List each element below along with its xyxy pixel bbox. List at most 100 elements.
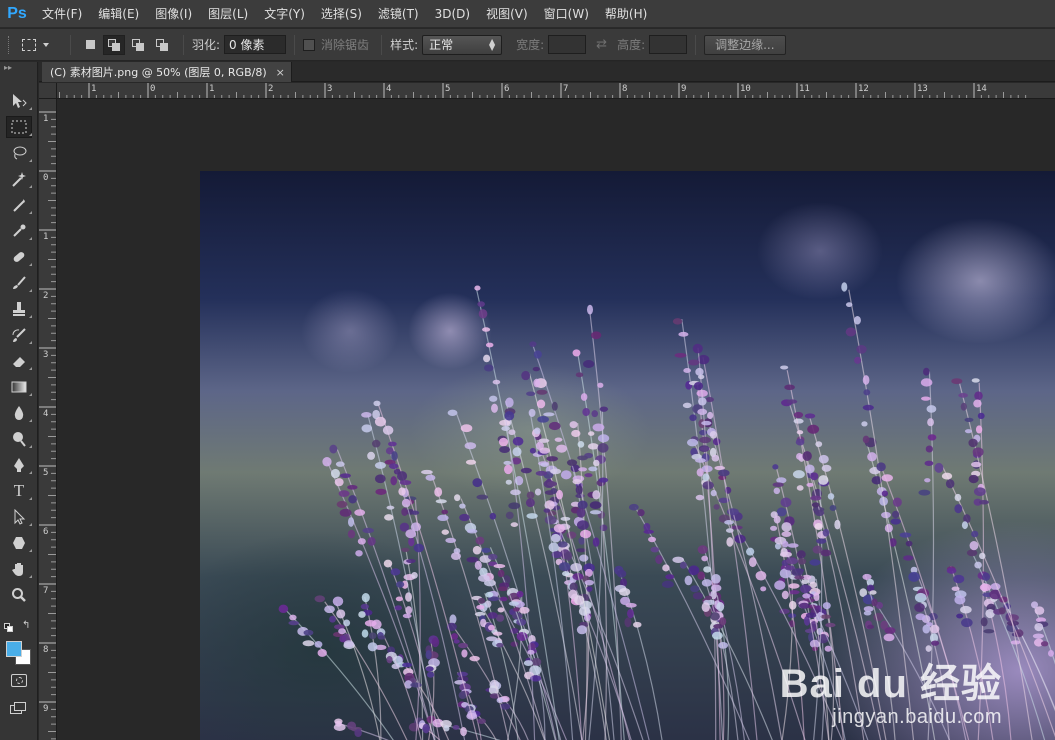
subtract-from-selection-button[interactable] (127, 35, 149, 55)
tool-preset-picker[interactable] (22, 38, 62, 51)
new-selection-icon (85, 40, 95, 49)
menu-filter[interactable]: 滤镜(T) (370, 0, 427, 28)
menu-select[interactable]: 选择(S) (313, 0, 370, 28)
history-brush-tool[interactable] (0, 322, 38, 348)
height-input[interactable] (649, 35, 688, 54)
menu-help[interactable]: 帮助(H) (597, 0, 655, 28)
pen-tool[interactable] (0, 452, 38, 478)
crop-tool[interactable] (0, 192, 38, 218)
lavender-bud (922, 624, 931, 634)
gradient-tool[interactable] (0, 374, 38, 400)
lavender-bud (536, 389, 548, 395)
lavender-bud (302, 640, 315, 647)
path-selection-tool[interactable] (0, 504, 38, 530)
lavender-bud (924, 478, 931, 483)
intersect-selection-button[interactable] (151, 35, 173, 55)
feather-input[interactable] (224, 35, 287, 54)
quick-mask-icon[interactable] (11, 674, 27, 687)
menu-layer[interactable]: 图层(L) (200, 0, 256, 28)
new-selection-button[interactable] (79, 35, 101, 55)
lavender-bud (535, 470, 548, 476)
magic-wand-tool[interactable] (0, 166, 38, 192)
lavender-bud (702, 473, 710, 482)
lavender-bud (505, 479, 512, 485)
lavender-bud (760, 586, 767, 592)
lavender-bud (822, 602, 831, 610)
close-icon[interactable]: × (276, 66, 285, 79)
ruler-label: 1 (209, 84, 215, 94)
default-colors-icon[interactable] (4, 623, 14, 633)
lavender-bud (697, 571, 705, 580)
style-select[interactable]: 正常 ▲ ▼ (422, 34, 503, 55)
menu-edit[interactable]: 编辑(E) (90, 0, 147, 28)
menu-type[interactable]: 文字(Y) (256, 0, 313, 28)
lavender-bud (288, 620, 299, 626)
menu-view[interactable]: 视图(V) (478, 0, 536, 28)
eraser-tool[interactable] (0, 348, 38, 374)
lavender-bud (504, 411, 515, 421)
brush-tool[interactable] (0, 270, 38, 296)
lavender-bud (469, 655, 480, 662)
options-grip[interactable] (8, 35, 12, 54)
menu-image[interactable]: 图像(I) (147, 0, 200, 28)
menu-window[interactable]: 窗口(W) (536, 0, 597, 28)
lavender-bud (998, 607, 1006, 615)
antialias-checkbox[interactable] (303, 38, 316, 51)
lavender-bud (796, 453, 803, 460)
intersect-selection-icon (155, 38, 169, 51)
zoom-tool[interactable] (0, 582, 38, 608)
lavender-bud (334, 478, 344, 487)
lavender-bud (401, 507, 409, 516)
lavender-bud (794, 575, 805, 580)
ruler-origin[interactable] (39, 83, 57, 99)
lavender-bud (357, 538, 366, 545)
lasso-tool[interactable] (0, 140, 38, 166)
document-tab[interactable]: (C) 素材图片.png @ 50% (图层 0, RGB/8) × (42, 62, 292, 82)
lavender-bud (459, 503, 466, 509)
collapse-arrows-icon[interactable]: ▸▸ (0, 62, 37, 72)
blur-tool[interactable] (0, 400, 38, 426)
menu-file[interactable]: 文件(F) (34, 0, 90, 28)
width-input[interactable] (548, 35, 587, 54)
swap-colors-icon[interactable]: ↰ (22, 620, 30, 631)
menu-3d[interactable]: 3D(D) (427, 0, 478, 28)
canvas-area[interactable]: Bai du 经验 jingyan.baidu.com (58, 100, 1055, 740)
lavender-bud (809, 559, 821, 566)
healing-brush-tool[interactable] (0, 244, 38, 270)
blur-icon (6, 402, 32, 424)
lavender-bud (701, 420, 712, 426)
lavender-bud (1034, 606, 1045, 615)
lavender-bud (876, 462, 886, 472)
rectangular-marquee-tool[interactable] (0, 114, 38, 140)
height-label: 高度: (617, 38, 646, 52)
vertical-ruler[interactable]: 1 0 1 2 3 4 5 6 7 8 9 (39, 99, 57, 740)
lavender-bud (508, 502, 521, 510)
lavender-bud (914, 592, 927, 603)
lavender-bud (845, 327, 857, 337)
lavender-bud (360, 603, 369, 610)
lavender-bud (425, 474, 436, 481)
eyedropper-tool[interactable] (0, 218, 38, 244)
lavender-bud (711, 454, 720, 462)
lavender-bud (974, 561, 982, 569)
lavender-photo[interactable]: Bai du 经验 jingyan.baidu.com (200, 171, 1055, 740)
clone-stamp-tool[interactable] (0, 296, 38, 322)
lavender-bud (578, 467, 588, 472)
move-tool[interactable] (0, 88, 38, 114)
hand-tool[interactable] (0, 556, 38, 582)
swap-dimensions-icon[interactable]: ⇄ (596, 37, 607, 52)
screen-mode-icon[interactable] (10, 702, 28, 716)
dodge-tool[interactable] (0, 426, 38, 452)
lavender-bud (382, 425, 394, 435)
type-tool[interactable]: T (0, 478, 38, 504)
lavender-bud (665, 574, 675, 580)
foreground-color-swatch[interactable] (6, 641, 22, 657)
lavender-bud (834, 519, 841, 530)
add-to-selection-button[interactable] (103, 34, 125, 55)
lavender-bud (693, 381, 703, 391)
lavender-bud (347, 529, 356, 539)
shape-tool[interactable] (0, 530, 38, 556)
lavender-bud (854, 356, 862, 364)
horizontal-ruler[interactable]: 2101234567891011121314 (57, 83, 1055, 99)
refine-edge-button[interactable]: 调整边缘... (704, 34, 786, 55)
